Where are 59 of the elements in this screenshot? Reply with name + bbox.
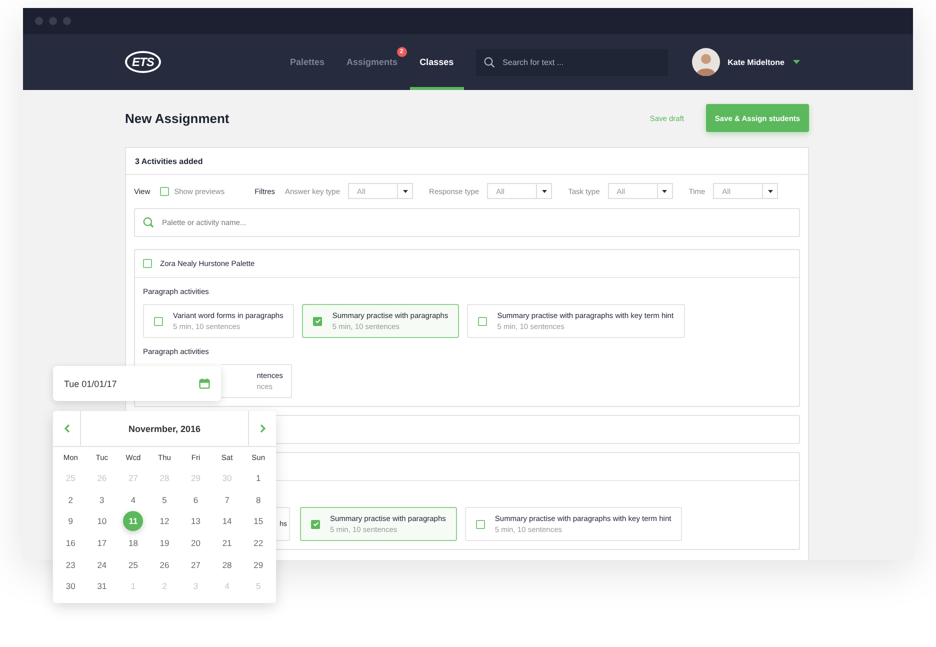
month-title: Novermber, 2016	[128, 424, 201, 434]
search-icon	[484, 56, 495, 68]
calendar-day[interactable]: 7	[217, 490, 238, 510]
calendar-day[interactable]: 4	[123, 490, 144, 510]
caret-icon[interactable]	[792, 60, 800, 64]
logo[interactable]: ETS	[125, 51, 161, 73]
calendar-day[interactable]: 2	[60, 490, 81, 510]
calendar-day[interactable]: 3	[92, 490, 112, 510]
caret-icon	[662, 190, 668, 192]
user-name[interactable]: Kate Mideltone	[728, 58, 784, 66]
checkbox[interactable]	[313, 316, 322, 326]
search-field[interactable]: Search for text ...	[476, 48, 668, 76]
search-icon	[143, 217, 154, 228]
calendar-day[interactable]: 28	[217, 554, 238, 575]
checkbox[interactable]	[478, 316, 488, 326]
caret-icon	[402, 190, 408, 192]
checkbox[interactable]	[143, 259, 152, 268]
checkbox[interactable]	[160, 186, 170, 196]
date-field[interactable]: Tue 01/01/17	[53, 366, 221, 401]
calendar-day[interactable]: 21	[217, 532, 238, 553]
window-dot	[35, 17, 43, 25]
calendar-day[interactable]: 20	[186, 532, 206, 553]
window-dot	[63, 17, 71, 25]
calendar-day[interactable]: 18	[123, 532, 144, 553]
calendar-day[interactable]: 24	[92, 554, 112, 575]
calendar-day[interactable]: 14	[217, 511, 238, 532]
calendar-day[interactable]: 5	[154, 490, 174, 510]
calendar-day[interactable]: 12	[154, 511, 174, 532]
checkbox[interactable]	[154, 316, 163, 326]
calendar-day[interactable]: 1	[248, 468, 268, 488]
calendar-day[interactable]: 10	[92, 511, 112, 532]
calendar-day[interactable]: 13	[186, 511, 206, 532]
calendar-day[interactable]: 22	[248, 532, 268, 553]
window-dot	[49, 17, 57, 25]
page-title: New Assignment	[125, 110, 230, 126]
calendar-day[interactable]: 9	[60, 511, 81, 532]
caret-icon	[768, 190, 773, 192]
calendar-day[interactable]: 29	[248, 554, 268, 575]
calendar-day[interactable]: 17	[92, 532, 112, 553]
checkbox[interactable]	[311, 520, 320, 528]
calendar-day[interactable]: 19	[154, 532, 174, 553]
calendar-icon[interactable]	[199, 378, 210, 389]
panel-heading: 3 Activities added	[135, 156, 203, 166]
avatar[interactable]	[692, 48, 720, 76]
calendar-day[interactable]: 6	[186, 490, 206, 510]
calendar-day[interactable]: 16	[60, 532, 81, 553]
calendar-day[interactable]: 26	[154, 554, 174, 575]
checkbox[interactable]	[476, 520, 485, 528]
calendar-day[interactable]: 15	[248, 511, 268, 532]
calendar-day[interactable]: 27	[186, 554, 206, 575]
calendar-day[interactable]: 8	[248, 490, 268, 510]
calendar-day[interactable]: 30	[60, 576, 81, 596]
calendar-day[interactable]: 31	[92, 576, 112, 596]
chevron-right-icon	[260, 424, 266, 433]
calendar-day[interactable]: 23	[60, 554, 81, 575]
nav-tab[interactable]: Palettes	[280, 34, 335, 90]
calendar-day[interactable]: 25	[123, 554, 144, 575]
chevron-left-icon	[64, 424, 70, 433]
caret-icon	[542, 190, 547, 192]
